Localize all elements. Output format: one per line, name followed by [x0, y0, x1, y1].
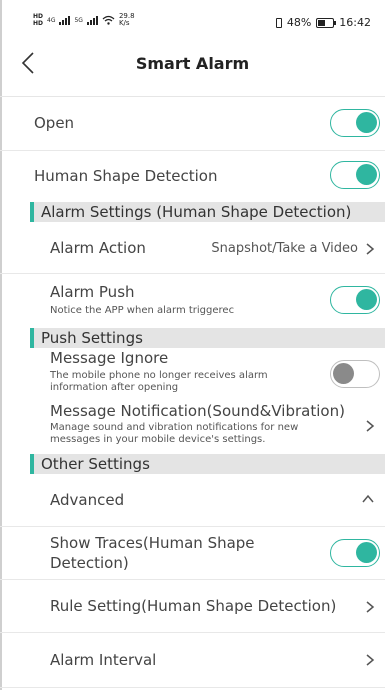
- open-label: Open: [34, 114, 75, 132]
- row-open: Open: [0, 97, 385, 151]
- section-accent: [30, 202, 34, 222]
- section-title: Push Settings: [41, 329, 143, 347]
- section-title: Other Settings: [41, 455, 150, 473]
- row-show-traces: Show Traces(Human Shape Detection): [0, 527, 385, 580]
- hd-badges: HD HD: [33, 13, 43, 27]
- show-traces-toggle[interactable]: [330, 539, 380, 567]
- alarm-interval-label: Alarm Interval: [50, 651, 157, 669]
- rule-setting-label: Rule Setting(Human Shape Detection): [50, 597, 337, 615]
- toggle-knob: [356, 289, 377, 310]
- wifi-icon: [102, 15, 115, 25]
- alarm-push-sub: Notice the APP when alarm triggerec: [50, 305, 235, 316]
- sig1-tag: 4G: [47, 16, 56, 24]
- toggle-knob: [356, 164, 377, 185]
- hd-badge-bottom: HD: [33, 20, 44, 27]
- signal-icon: [86, 15, 98, 25]
- section-other-settings: Other Settings: [30, 454, 385, 474]
- alarm-action-value: Snapshot/Take a Video: [211, 241, 358, 256]
- chevron-right-icon: [366, 420, 375, 432]
- chevron-right-icon: [366, 654, 375, 666]
- nav-bar: Smart Alarm: [0, 40, 385, 90]
- section-accent: [30, 454, 34, 474]
- battery-percent: 48%: [286, 16, 312, 29]
- open-toggle[interactable]: [330, 109, 380, 137]
- row-message-ignore: Message Ignore The mobile phone no longe…: [0, 348, 385, 400]
- message-notification-label: Message Notification(Sound&Vibration): [50, 402, 345, 420]
- alarm-action-label: Alarm Action: [50, 239, 146, 257]
- net-speed: 29.8 K/s: [119, 13, 135, 27]
- row-alarm-interval[interactable]: Alarm Interval: [0, 633, 385, 688]
- battery-fill: [318, 19, 326, 26]
- battery-icon: [316, 17, 337, 28]
- hd-badge-top: HD: [33, 13, 44, 20]
- row-rule-setting[interactable]: Rule Setting(Human Shape Detection): [0, 580, 385, 633]
- row-alarm-action[interactable]: Alarm Action Snapshot/Take a Video: [0, 222, 385, 274]
- row-alarm-push: Alarm Push Notice the APP when alarm tri…: [0, 274, 385, 328]
- alarm-push-label: Alarm Push: [50, 283, 135, 301]
- toggle-knob: [333, 363, 354, 384]
- alarm-push-toggle[interactable]: [330, 286, 380, 314]
- message-ignore-label: Message Ignore: [50, 349, 169, 367]
- chevron-up-icon: [362, 494, 374, 503]
- human-shape-label: Human Shape Detection: [34, 167, 218, 185]
- sig2-tag: 5G: [74, 16, 83, 24]
- page-title: Smart Alarm: [135, 54, 250, 73]
- status-bar: HD HD 4G 5G 29.8 K/s 48% 16:42: [0, 0, 385, 40]
- signal-icon: [59, 15, 71, 25]
- row-message-notification[interactable]: Message Notification(Sound&Vibration) Ma…: [0, 400, 385, 454]
- advanced-label: Advanced: [50, 491, 125, 509]
- status-left: HD HD 4G 5G 29.8 K/s: [33, 13, 135, 28]
- message-notification-sub: Manage sound and vibration notifications…: [50, 422, 299, 445]
- human-shape-toggle[interactable]: [330, 161, 380, 189]
- net-speed-unit: K/s: [118, 19, 130, 27]
- show-traces-label: Show Traces(Human Shape Detection): [50, 534, 255, 572]
- section-push-settings: Push Settings: [30, 328, 385, 348]
- section-accent: [30, 328, 34, 348]
- row-advanced[interactable]: Advanced: [0, 474, 385, 527]
- row-human-shape-detection: Human Shape Detection: [0, 151, 385, 202]
- message-ignore-sub: The mobile phone no longer receives alar…: [50, 370, 268, 393]
- section-alarm-settings: Alarm Settings (Human Shape Detection): [30, 202, 385, 222]
- section-title: Alarm Settings (Human Shape Detection): [41, 203, 352, 221]
- vibrate-icon: [275, 17, 282, 28]
- chevron-right-icon: [366, 243, 375, 255]
- message-ignore-toggle[interactable]: [330, 360, 380, 388]
- toggle-knob: [356, 112, 377, 133]
- status-right: 48% 16:42: [275, 16, 371, 29]
- chevron-right-icon: [366, 601, 375, 613]
- toggle-knob: [356, 542, 377, 563]
- clock: 16:42: [339, 16, 371, 29]
